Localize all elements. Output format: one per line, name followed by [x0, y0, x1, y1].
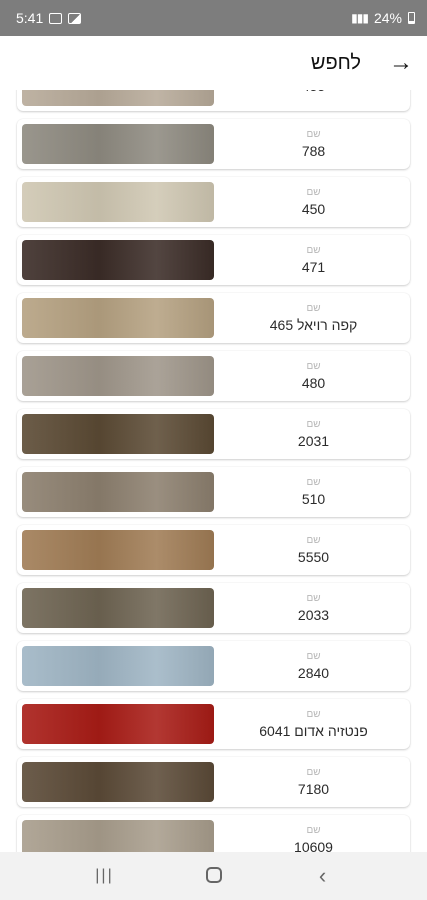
name-label: שם: [306, 824, 321, 836]
color-swatch: [22, 182, 214, 222]
swatch-name: 450: [301, 200, 326, 217]
color-swatch: [22, 704, 214, 744]
navigation-bar: ||| ‹: [0, 852, 427, 900]
name-label: שם: [306, 186, 321, 198]
swatch-card[interactable]: שם 10609: [17, 815, 410, 852]
color-swatch: [22, 472, 214, 512]
name-label: שם: [306, 592, 321, 604]
color-swatch: [22, 124, 214, 164]
name-label: שם: [306, 534, 321, 546]
swatch-name: פנטזיה אדום 6041: [259, 722, 368, 739]
card-text: שם 788: [217, 119, 410, 169]
swatch-name: 2033: [297, 606, 330, 623]
card-text: שם 2033: [217, 583, 410, 633]
name-label: שם: [306, 708, 321, 720]
color-swatch: [22, 90, 214, 106]
image-icon: [68, 12, 82, 24]
swatch-card[interactable]: 455: [17, 90, 410, 111]
name-label: שם: [306, 418, 321, 430]
swatch-list-inner: 455שם788שם450שם471שם465 קפה רויאלשם480שם…: [0, 90, 427, 852]
swatch-name: 2031: [297, 432, 330, 449]
color-swatch: [22, 588, 214, 628]
swatch-name: 480: [301, 374, 326, 391]
color-swatch: [22, 298, 214, 338]
color-swatch: [22, 820, 214, 852]
card-text: שם 450: [217, 177, 410, 227]
swatch-card[interactable]: שם 788: [17, 119, 410, 169]
swatch-name: 7180: [297, 780, 330, 797]
name-label: שם: [306, 360, 321, 372]
swatch-name: 471: [301, 258, 326, 275]
swatch-name: 10609: [294, 838, 333, 853]
color-swatch: [22, 414, 214, 454]
status-bar: 5:41 ▮▮▮ 24%: [0, 0, 427, 36]
swatch-card[interactable]: שם פנטזיה אדום 6041: [17, 699, 410, 749]
battery-percent: 24%: [373, 10, 402, 26]
status-left: 5:41: [16, 10, 82, 26]
status-time: 5:41: [16, 10, 44, 26]
swatch-card[interactable]: שם 480: [17, 351, 410, 401]
name-label: שם: [306, 244, 321, 256]
card-text: שם 7180: [217, 757, 410, 807]
card-text: שם 480: [217, 351, 410, 401]
recents-icon[interactable]: |||: [85, 867, 125, 885]
home-icon: [205, 867, 222, 883]
color-swatch: [22, 240, 214, 280]
color-swatch: [22, 356, 214, 396]
card-text: שם 2840: [217, 641, 410, 691]
back-icon[interactable]: ‹: [303, 863, 343, 889]
color-swatch: [22, 762, 214, 802]
color-swatch: [22, 646, 214, 686]
name-label: שם: [306, 650, 321, 662]
card-text: שם 471: [217, 235, 410, 285]
name-label: שם: [306, 128, 321, 140]
status-right: ▮▮▮ 24%: [351, 10, 415, 26]
home-button[interactable]: [194, 863, 234, 889]
swatch-list[interactable]: 455שם788שם450שם471שם465 קפה רויאלשם480שם…: [0, 90, 427, 852]
swatch-name: 455: [302, 90, 325, 96]
card-text: שם 465 קפה רויאל: [217, 293, 410, 343]
battery-icon: [408, 12, 415, 24]
card-text: שם 2031: [217, 409, 410, 459]
swatch-card[interactable]: שם 471: [17, 235, 410, 285]
signal-icon: ▮▮▮: [351, 11, 369, 25]
swatch-card[interactable]: שם 2033: [17, 583, 410, 633]
arrow-right-icon[interactable]: →: [389, 51, 413, 75]
swatch-card[interactable]: שם 5550: [17, 525, 410, 575]
swatch-name: 510: [301, 490, 326, 507]
card-text: שם פנטזיה אדום 6041: [217, 699, 410, 749]
laptop-icon: [49, 12, 63, 24]
name-label: שם: [306, 476, 321, 488]
color-swatch: [22, 530, 214, 570]
name-label: שם: [306, 766, 321, 778]
card-text: שם 5550: [217, 525, 410, 575]
name-label: שם: [306, 302, 321, 314]
card-text: שם 10609: [217, 815, 410, 853]
swatch-card[interactable]: שם 2840: [17, 641, 410, 691]
swatch-name: 788: [301, 142, 326, 159]
card-text: שם 510: [217, 467, 410, 517]
page-title: לחפש: [310, 51, 361, 74]
swatch-card[interactable]: שם 465 קפה רויאל: [17, 293, 410, 343]
swatch-name: 465 קפה רויאל: [269, 316, 358, 333]
swatch-card[interactable]: שם 7180: [17, 757, 410, 807]
app-header: לחפש →: [0, 36, 427, 90]
card-text: 455: [217, 90, 410, 111]
swatch-card[interactable]: שם 2031: [17, 409, 410, 459]
swatch-card[interactable]: שם 510: [17, 467, 410, 517]
swatch-name: 5550: [297, 548, 330, 565]
swatch-card[interactable]: שם 450: [17, 177, 410, 227]
swatch-name: 2840: [297, 664, 330, 681]
